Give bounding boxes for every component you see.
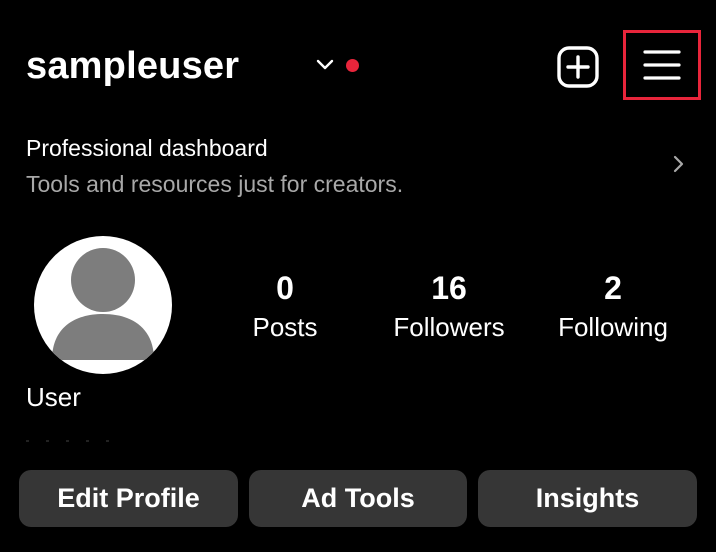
edit-profile-button[interactable]: Edit Profile (19, 470, 238, 527)
notification-dot (346, 59, 359, 72)
posts-stat[interactable]: 0 Posts (235, 268, 335, 344)
following-stat[interactable]: 2 Following (548, 268, 678, 344)
username-title[interactable]: sampleuser (26, 42, 239, 90)
avatar[interactable] (34, 236, 172, 374)
chevron-down-icon[interactable] (313, 55, 337, 75)
posts-label: Posts (252, 312, 318, 342)
faint-separator (26, 440, 109, 442)
menu-button[interactable] (623, 30, 701, 100)
hamburger-menu-icon (643, 50, 681, 80)
default-avatar-icon (52, 248, 154, 360)
followers-stat[interactable]: 16 Followers (379, 268, 519, 344)
insights-button[interactable]: Insights (478, 470, 697, 527)
following-label: Following (558, 312, 668, 342)
display-name: User (26, 382, 81, 412)
following-count: 2 (604, 270, 622, 306)
chevron-right-icon (673, 155, 684, 173)
professional-dashboard-subtitle: Tools and resources just for creators. (26, 171, 404, 197)
ad-tools-button[interactable]: Ad Tools (249, 470, 467, 527)
new-post-icon[interactable] (556, 45, 600, 89)
professional-dashboard-title: Professional dashboard (26, 135, 268, 161)
followers-count: 16 (431, 270, 467, 306)
posts-count: 0 (276, 270, 294, 306)
followers-label: Followers (393, 312, 505, 342)
